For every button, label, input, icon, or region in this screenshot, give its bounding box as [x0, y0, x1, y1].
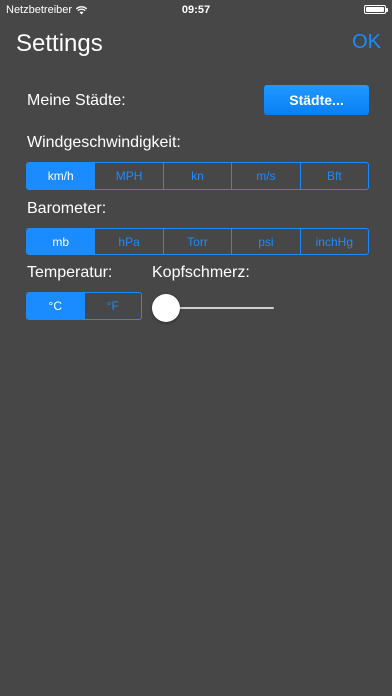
barometer-option-hpa[interactable]: hPa: [94, 229, 162, 254]
temperature-segmented-control: °C °F: [26, 292, 142, 320]
wind-speed-segmented-control: km/h MPH kn m/s Bft: [26, 162, 369, 190]
barometer-option-torr[interactable]: Torr: [162, 229, 231, 254]
barometer-option-psi[interactable]: psi: [231, 229, 299, 254]
headache-slider[interactable]: [152, 294, 274, 322]
wind-option-kmh[interactable]: km/h: [27, 163, 95, 189]
wind-option-kn[interactable]: kn: [162, 163, 231, 189]
temperature-option-celsius[interactable]: °C: [27, 293, 84, 319]
status-bar: Netzbetreiber 09:57: [0, 0, 392, 20]
headache-slider-thumb[interactable]: [152, 294, 180, 322]
barometer-option-mb[interactable]: mb: [27, 229, 95, 254]
wind-speed-label: Windgeschwindigkeit:: [27, 134, 181, 151]
battery-icon: [364, 5, 388, 14]
barometer-segmented-control: mb hPa Torr psi inchHg: [26, 228, 369, 255]
wind-option-mph[interactable]: MPH: [94, 163, 162, 189]
barometer-option-inchhg[interactable]: inchHg: [299, 229, 368, 254]
wind-option-bft[interactable]: Bft: [299, 163, 368, 189]
temperature-label: Temperatur:: [27, 264, 113, 281]
temperature-option-fahrenheit[interactable]: °F: [83, 293, 142, 319]
cities-button[interactable]: Städte...: [264, 85, 369, 115]
ok-button[interactable]: OK: [352, 31, 381, 54]
page-title: Settings: [16, 30, 103, 57]
barometer-label: Barometer:: [27, 200, 107, 217]
cities-label: Meine Städte:: [27, 92, 126, 109]
headache-label: Kopfschmerz:: [152, 264, 250, 281]
wind-option-ms[interactable]: m/s: [231, 163, 299, 189]
status-time: 09:57: [181, 4, 211, 16]
